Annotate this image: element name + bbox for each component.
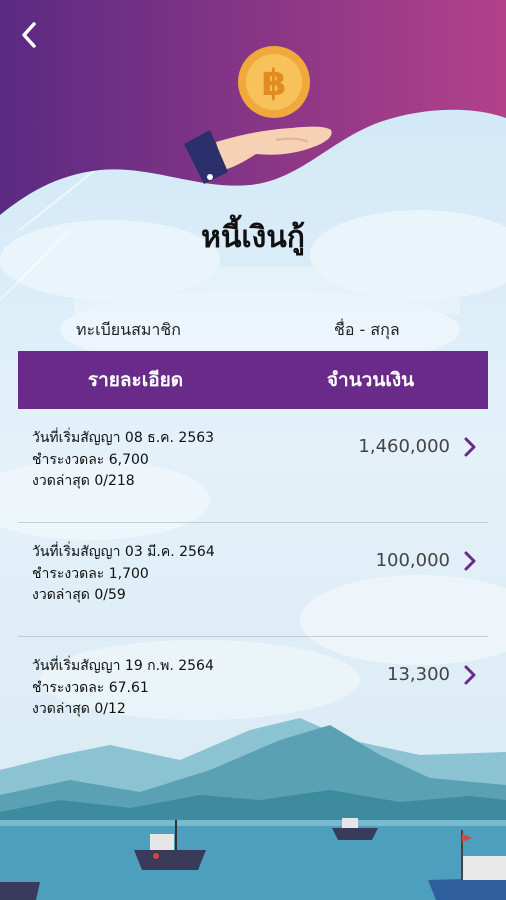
chevron-right-icon (464, 551, 476, 571)
member-id-label: ทะเบียนสมาชิก (76, 320, 181, 339)
loan-detail: วันที่เริ่มสัญญา 03 มี.ค. 2564 ชำระงวดละ… (32, 542, 215, 607)
full-name-label: ชื่อ - สกุล (334, 320, 400, 339)
loan-detail: วันที่เริ่มสัญญา 08 ธ.ค. 2563 ชำระงวดละ … (32, 428, 214, 493)
loan-installment: ชำระงวดละ 1,700 (32, 565, 149, 582)
back-button[interactable] (14, 18, 44, 52)
loan-start-date: วันที่เริ่มสัญญา 03 มี.ค. 2564 (32, 544, 215, 560)
loan-start-date: วันที่เริ่มสัญญา 19 ก.พ. 2564 (32, 658, 214, 674)
loan-item[interactable]: วันที่เริ่มสัญญา 03 มี.ค. 2564 ชำระงวดละ… (18, 524, 488, 637)
loan-installment: ชำระงวดละ 6,700 (32, 451, 149, 468)
loan-start-date: วันที่เริ่มสัญญา 08 ธ.ค. 2563 (32, 430, 215, 446)
loan-latest-period: งวดล่าสุด 0/218 (32, 473, 135, 489)
sea-mountain-scenery (0, 718, 506, 900)
page-title: หนี้เงินกู้ (201, 220, 305, 255)
chevron-right-icon (464, 665, 476, 685)
loan-amount: 100,000 (375, 550, 450, 571)
chevron-right-icon (464, 437, 476, 457)
hand-coin-illustration: ฿ (184, 46, 332, 184)
boat-icon (0, 882, 40, 900)
loan-amount: 1,460,000 (358, 436, 450, 457)
column-header-detail: รายละเอียด (87, 369, 184, 391)
table-header: รายละเอียด จำนวนเงิน (18, 351, 488, 409)
loan-amount: 13,300 (387, 664, 450, 685)
baht-coin-icon: ฿ (238, 46, 310, 118)
loan-item[interactable]: วันที่เริ่มสัญญา 08 ธ.ค. 2563 ชำระงวดละ … (18, 410, 488, 523)
member-info-box (74, 266, 460, 314)
hand-icon (184, 126, 332, 184)
svg-text:฿: ฿ (261, 63, 286, 104)
column-header-amount: จำนวนเงิน (326, 369, 415, 391)
loan-installment: ชำระงวดละ 67.61 (32, 679, 149, 696)
back-arrow-icon (22, 22, 36, 48)
loan-latest-period: งวดล่าสุด 0/59 (32, 587, 126, 603)
